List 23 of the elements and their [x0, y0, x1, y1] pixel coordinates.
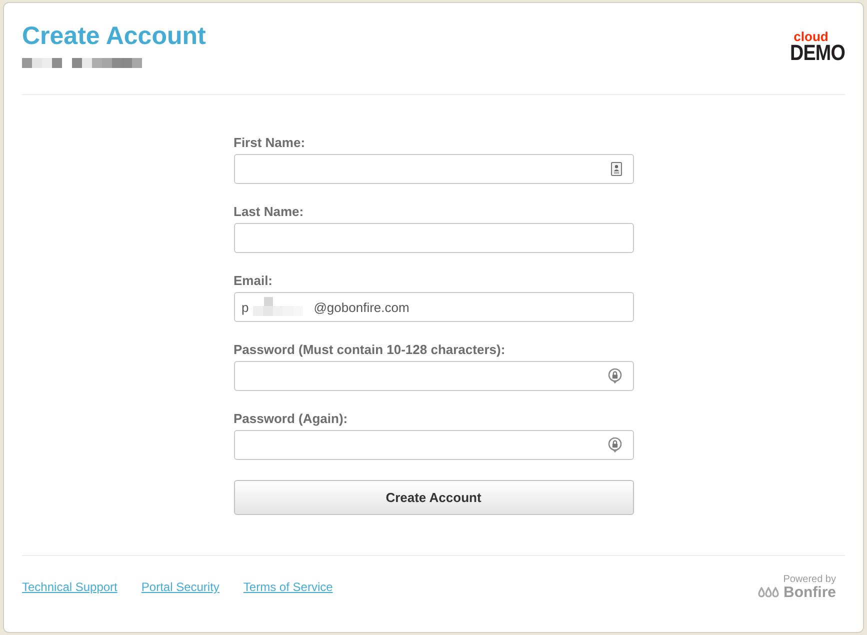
flames-icon	[758, 587, 778, 598]
footer-link[interactable]: Portal Security	[141, 580, 220, 594]
field-label: Last Name:	[234, 204, 305, 219]
page-title: Create Account	[22, 21, 206, 51]
padlock-icon	[608, 437, 622, 453]
field-label: Password (Must contain 10-128 characters):	[234, 342, 506, 357]
brand-wordmark: Bonfire	[784, 584, 836, 600]
padlock-icon	[608, 368, 622, 384]
powered-by-text: Powered by	[783, 574, 836, 584]
logo-wordmark: DEMO	[790, 43, 845, 63]
password-field[interactable]	[234, 361, 634, 391]
create-account-button[interactable]: Create Account	[234, 480, 634, 515]
password-field[interactable]	[234, 430, 634, 460]
field-label: Password (Again):	[234, 411, 349, 426]
email-field[interactable]: p @gobonfire.com	[234, 292, 634, 322]
field-label: First Name:	[234, 135, 306, 150]
logo-tagline: cloud	[794, 30, 828, 43]
text-input-field[interactable]	[234, 154, 634, 184]
footer-link[interactable]: Terms of Service	[243, 580, 333, 594]
field-label: Email:	[234, 273, 274, 288]
contact-card-icon	[610, 162, 622, 176]
text-input-field[interactable]	[234, 223, 634, 253]
footer-link[interactable]: Technical Support	[22, 580, 118, 594]
